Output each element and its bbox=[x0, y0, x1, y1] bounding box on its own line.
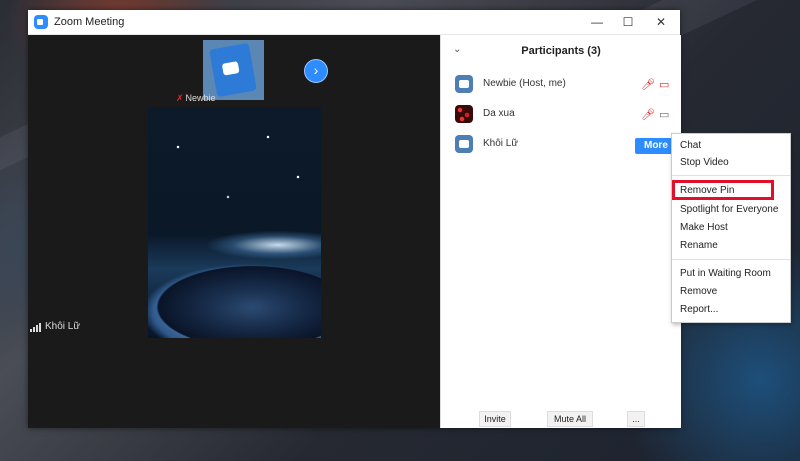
menu-divider bbox=[672, 259, 790, 260]
menu-divider bbox=[672, 175, 790, 176]
menu-item-make-host[interactable]: Make Host bbox=[680, 222, 728, 233]
chevron-right-icon[interactable]: › bbox=[304, 59, 328, 83]
menu-item-remove[interactable]: Remove bbox=[680, 286, 717, 297]
thumbnail-label: ✗ Newbie bbox=[176, 93, 216, 104]
menu-item-stop-video[interactable]: Stop Video bbox=[680, 157, 729, 168]
zoom-avatar-icon bbox=[209, 42, 257, 98]
thumbnail-name: Newbie bbox=[185, 93, 216, 103]
window-title: Zoom Meeting bbox=[54, 16, 125, 28]
zoom-meeting-window: Zoom Meeting — ☐ ✕ ✗ Newbie › Khôi Lữ ⌄ P… bbox=[28, 10, 683, 428]
menu-item-chat[interactable]: Chat bbox=[680, 140, 701, 151]
participant-context-menu: Chat Stop Video Remove Pin Spotlight for… bbox=[671, 133, 791, 323]
participants-title: Participants (3) bbox=[521, 45, 601, 57]
participant-thumbnail[interactable] bbox=[203, 40, 264, 100]
avatar bbox=[455, 105, 473, 123]
video-area: ✗ Newbie › Khôi Lữ bbox=[28, 35, 440, 428]
menu-item-spotlight[interactable]: Spotlight for Everyone bbox=[680, 204, 778, 215]
avatar bbox=[455, 135, 473, 153]
video-off-icon[interactable]: ▭ bbox=[659, 78, 669, 91]
participant-row[interactable]: Newbie (Host, me) 🎤︎ ▭ bbox=[455, 75, 675, 97]
invite-button[interactable]: Invite bbox=[479, 411, 511, 427]
menu-item-report[interactable]: Report... bbox=[680, 304, 718, 315]
close-button[interactable]: ✕ bbox=[650, 13, 672, 31]
participant-row[interactable]: Da xua 🎤︎ ▭ bbox=[455, 105, 675, 127]
participant-name: Newbie (Host, me) bbox=[483, 78, 566, 89]
active-speaker-label: Khôi Lữ bbox=[30, 321, 80, 332]
video-on-icon[interactable]: ▭ bbox=[659, 108, 669, 121]
mute-all-button[interactable]: Mute All bbox=[547, 411, 593, 427]
minimize-button[interactable]: — bbox=[586, 13, 608, 31]
mic-muted-icon[interactable]: 🎤︎ bbox=[641, 78, 655, 91]
menu-item-rename[interactable]: Rename bbox=[680, 240, 718, 251]
participant-name: Khôi Lữ bbox=[483, 138, 519, 149]
more-button-label: More bbox=[643, 140, 668, 151]
participant-row[interactable]: Khôi Lữ More › bbox=[455, 135, 683, 157]
avatar bbox=[455, 75, 473, 93]
menu-item-waiting-room[interactable]: Put in Waiting Room bbox=[680, 268, 771, 279]
zoom-logo-icon bbox=[34, 15, 48, 29]
mic-muted-icon[interactable]: 🎤︎ bbox=[641, 108, 655, 121]
highlight-box bbox=[672, 180, 774, 200]
mic-muted-icon: ✗ bbox=[176, 93, 184, 103]
shared-video-earth bbox=[148, 107, 321, 338]
signal-icon bbox=[30, 321, 42, 332]
participants-panel: ⌄ Participants (3) Newbie (Host, me) 🎤︎ … bbox=[440, 35, 683, 428]
participant-name: Da xua bbox=[483, 108, 515, 119]
maximize-button[interactable]: ☐ bbox=[617, 13, 639, 31]
active-speaker-name: Khôi Lữ bbox=[45, 321, 81, 332]
more-options-button[interactable]: ... bbox=[627, 411, 645, 427]
title-bar: Zoom Meeting — ☐ ✕ bbox=[28, 10, 680, 35]
earth-glow bbox=[148, 225, 321, 265]
